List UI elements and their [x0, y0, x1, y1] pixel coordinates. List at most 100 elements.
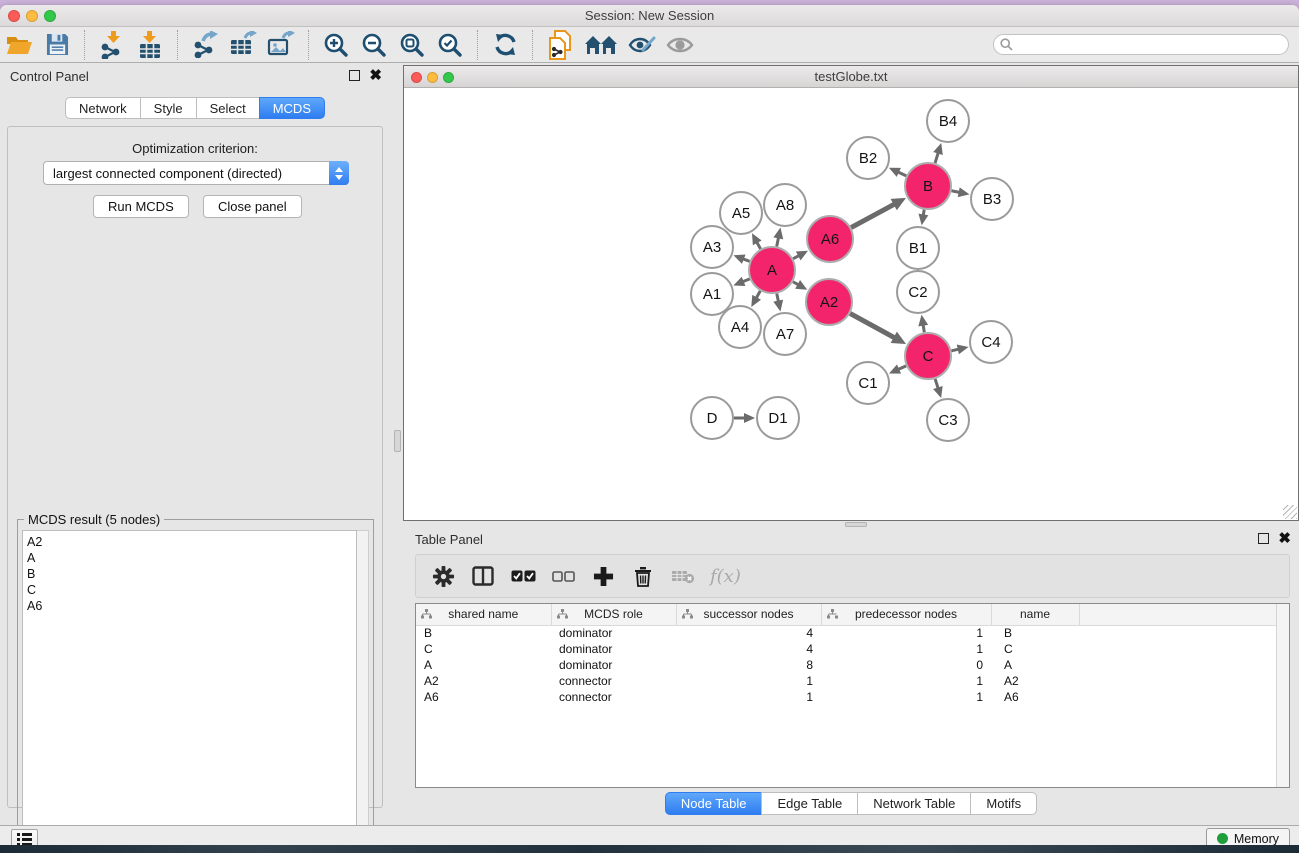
- close-panel-icon[interactable]: ✖: [369, 70, 382, 81]
- main-toolbar: [0, 27, 1299, 63]
- node-label: C2: [908, 284, 927, 301]
- close-window-icon[interactable]: [8, 10, 20, 22]
- network-canvas[interactable]: B4B2BB3A8A5A6A3B1AC2A1A2A4A7C4CC1DD1C3: [404, 88, 1298, 520]
- select-all-columns-button[interactable]: [508, 561, 538, 591]
- mcds-tab-content: Optimization criterion: largest connecte…: [7, 126, 383, 808]
- node-label: B3: [983, 191, 1001, 208]
- export-table-icon: [229, 31, 257, 58]
- edge-arrowhead-icon: [958, 187, 970, 197]
- edge-arrowhead-icon: [733, 255, 745, 264]
- memory-button[interactable]: Memory: [1206, 828, 1290, 845]
- import-network-button[interactable]: [93, 29, 131, 61]
- table-row[interactable]: Cdominator41C: [416, 641, 1276, 657]
- node-label: B1: [909, 240, 927, 257]
- column-header-mcds-role[interactable]: MCDS role: [551, 604, 676, 625]
- node-label: D: [707, 410, 718, 427]
- maximize-window-icon[interactable]: [44, 10, 56, 22]
- network-graph[interactable]: B4B2BB3A8A5A6A3B1AC2A1A2A4A7C4CC1DD1C3: [404, 88, 1298, 520]
- zoom-out-button[interactable]: [355, 29, 393, 61]
- network-window-title: testGlobe.txt: [404, 66, 1298, 88]
- attribute-type-icon: [682, 609, 693, 619]
- graph-edge-A2-C[interactable]: [850, 313, 895, 338]
- import-table-button[interactable]: [131, 29, 169, 61]
- tab-network-table[interactable]: Network Table: [857, 792, 971, 815]
- dropdown-stepper-icon: [329, 161, 349, 185]
- export-network-button[interactable]: [186, 29, 224, 61]
- open-session-button[interactable]: [0, 29, 38, 61]
- zoom-selected-button[interactable]: [431, 29, 469, 61]
- tab-motifs[interactable]: Motifs: [970, 792, 1037, 815]
- clone-network-button[interactable]: [541, 29, 579, 61]
- close-table-panel-icon[interactable]: ✖: [1278, 533, 1291, 544]
- table-row[interactable]: Bdominator41B: [416, 625, 1276, 641]
- zoom-fit-button[interactable]: [393, 29, 431, 61]
- delete-table-icon: [671, 568, 695, 584]
- edge-arrowhead-icon: [773, 300, 783, 312]
- zoom-selected-icon: [437, 32, 463, 58]
- close-panel-button[interactable]: Close panel: [203, 195, 302, 218]
- table-scrollbar[interactable]: [1276, 604, 1289, 787]
- tab-node-table[interactable]: Node Table: [665, 792, 763, 815]
- network-overview-button[interactable]: [579, 29, 623, 61]
- result-list-item[interactable]: A2: [27, 534, 356, 550]
- edge-arrowhead-icon: [918, 214, 928, 226]
- column-header-shared-name[interactable]: shared name: [416, 604, 551, 625]
- table-row[interactable]: A2connector11A2: [416, 673, 1276, 689]
- toolbar-separator: [177, 30, 178, 60]
- eye-pen-icon: [628, 34, 656, 56]
- open-folder-icon: [6, 34, 33, 56]
- float-panel-icon[interactable]: [349, 70, 360, 81]
- task-history-button[interactable]: [11, 829, 38, 845]
- column-layout-button[interactable]: [468, 561, 498, 591]
- export-image-button[interactable]: [262, 29, 300, 61]
- window-title: Session: New Session: [0, 5, 1299, 27]
- mcds-result-list[interactable]: A2ABCA6: [22, 530, 357, 845]
- delete-table-button[interactable]: [668, 561, 698, 591]
- column-header-name[interactable]: name: [991, 604, 1079, 625]
- export-table-button[interactable]: [224, 29, 262, 61]
- table-settings-button[interactable]: [428, 561, 458, 591]
- zoom-in-button[interactable]: [317, 29, 355, 61]
- table-row[interactable]: Adominator80A: [416, 657, 1276, 673]
- run-mcds-button[interactable]: Run MCDS: [93, 195, 189, 218]
- birds-eye-button[interactable]: [661, 29, 699, 61]
- network-window-titlebar[interactable]: testGlobe.txt: [404, 66, 1298, 88]
- save-session-button[interactable]: [38, 29, 76, 61]
- add-column-button[interactable]: [588, 561, 618, 591]
- table-toolbar: f(x): [415, 554, 1290, 598]
- criterion-dropdown[interactable]: largest connected component (directed): [43, 161, 349, 185]
- mcds-result-title: MCDS result (5 nodes): [24, 512, 164, 527]
- tab-edge-table[interactable]: Edge Table: [761, 792, 858, 815]
- import-network-icon: [99, 31, 126, 59]
- result-list-item[interactable]: C: [27, 582, 356, 598]
- tab-network[interactable]: Network: [65, 97, 141, 119]
- result-list-item[interactable]: A6: [27, 598, 356, 614]
- minimize-network-icon[interactable]: [427, 72, 438, 83]
- table-row[interactable]: A6connector11A6: [416, 689, 1276, 705]
- tab-mcds[interactable]: MCDS: [259, 97, 325, 119]
- float-table-panel-icon[interactable]: [1258, 533, 1269, 544]
- tab-style[interactable]: Style: [140, 97, 197, 119]
- panel-divider-handle[interactable]: [394, 430, 401, 452]
- resize-grip-icon[interactable]: [1283, 505, 1297, 519]
- result-list-item[interactable]: A: [27, 550, 356, 566]
- details-toggle-button[interactable]: [623, 29, 661, 61]
- result-scrollbar[interactable]: [357, 530, 369, 845]
- maximize-network-icon[interactable]: [443, 72, 454, 83]
- deselect-all-columns-button[interactable]: [548, 561, 578, 591]
- column-header-predecessor-nodes[interactable]: predecessor nodes: [821, 604, 991, 625]
- unchecked-boxes-icon: [552, 571, 575, 582]
- delete-column-button[interactable]: [628, 561, 658, 591]
- import-table-icon: [137, 31, 163, 59]
- column-header-successor-nodes[interactable]: successor nodes: [676, 604, 821, 625]
- node-label: A3: [703, 239, 721, 256]
- minimize-window-icon[interactable]: [26, 10, 38, 22]
- graph-edge-A6-B[interactable]: [851, 204, 895, 228]
- function-builder-button[interactable]: f(x): [710, 566, 741, 587]
- attribute-type-icon: [557, 609, 568, 619]
- refresh-layout-button[interactable]: [486, 29, 524, 61]
- search-input[interactable]: [993, 34, 1289, 55]
- close-network-icon[interactable]: [411, 72, 422, 83]
- result-list-item[interactable]: B: [27, 566, 356, 582]
- tab-select[interactable]: Select: [196, 97, 260, 119]
